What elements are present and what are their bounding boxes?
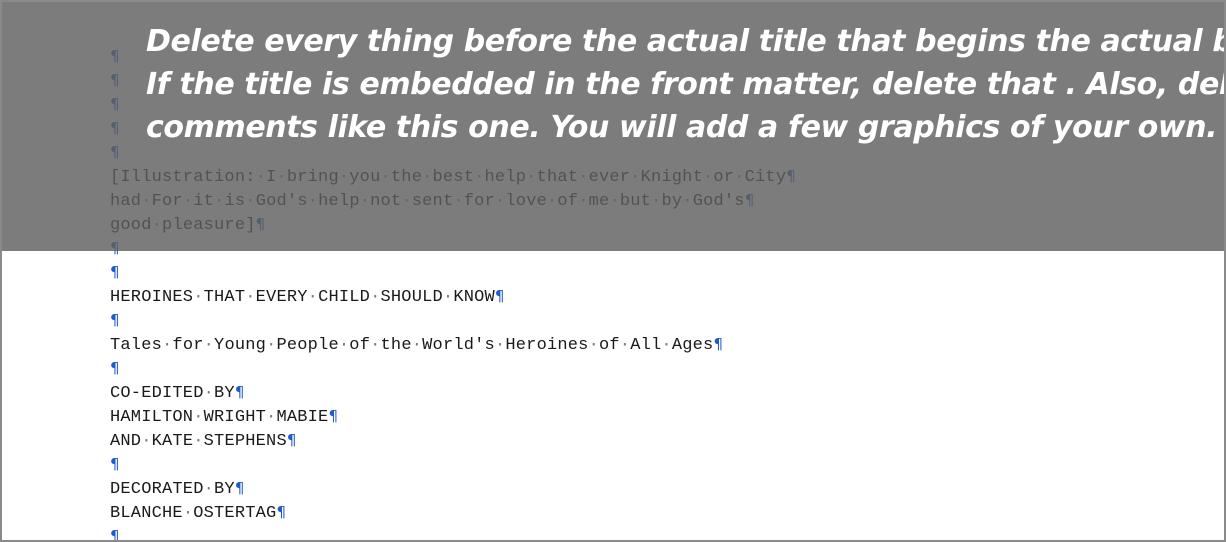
word: BLANCHE [110, 504, 183, 523]
pilcrow-icon: ¶ [110, 311, 120, 329]
word: AND [110, 432, 142, 451]
empty-paragraph: ¶ [110, 308, 120, 332]
instruction-text: Delete every thing before the actual tit… [146, 20, 1226, 149]
word: STEPHENS [203, 432, 287, 451]
word: Young [214, 336, 267, 355]
empty-paragraph: ¶ [110, 452, 120, 476]
pilcrow-icon: ¶ [110, 527, 120, 542]
space-marker: · [203, 480, 215, 499]
space-marker: · [203, 336, 215, 355]
word: MABIE [276, 408, 329, 427]
space-marker: · [266, 336, 277, 355]
word: All [630, 336, 662, 355]
empty-paragraph: ¶ [110, 524, 120, 542]
pilcrow-icon: ¶ [276, 503, 287, 521]
pilcrow-icon: ¶ [328, 407, 339, 425]
space-marker: · [245, 288, 256, 307]
space-marker: · [661, 336, 672, 355]
space-marker: · [411, 336, 423, 355]
instruction-line: If the title is embedded in the front ma… [146, 67, 1226, 102]
pilcrow-icon: ¶ [494, 287, 505, 305]
space-marker: · [370, 336, 381, 355]
space-marker: · [193, 432, 204, 451]
instruction-overlay: Delete every thing before the actual tit… [2, 2, 1226, 251]
space-marker: · [370, 288, 381, 307]
word: DECORATED [110, 480, 204, 499]
space-marker: · [141, 432, 152, 451]
word: KNOW [453, 288, 495, 307]
word: SHOULD [380, 288, 443, 307]
word: HAMILTON [110, 408, 194, 427]
pilcrow-icon: ¶ [110, 263, 120, 281]
word: People [276, 336, 339, 355]
space-marker: · [494, 336, 506, 355]
word: BY [214, 384, 235, 403]
pilcrow-icon: ¶ [713, 335, 724, 353]
space-marker: · [338, 336, 350, 355]
space-marker: · [266, 408, 277, 427]
space-marker: · [193, 288, 204, 307]
space-marker: · [162, 336, 173, 355]
document-line: HEROINES·THAT·EVERY·CHILD·SHOULD·KNOW¶ [110, 284, 505, 308]
space-marker: · [203, 384, 215, 403]
word: HEROINES [110, 288, 194, 307]
instruction-line: comments like this one. You will add a f… [146, 110, 1218, 145]
space-marker: · [193, 408, 204, 427]
word: WRIGHT [203, 408, 267, 427]
word: Heroines [505, 336, 589, 355]
word: Ages [671, 336, 714, 355]
document-line: AND·KATE·STEPHENS¶ [110, 428, 297, 452]
instruction-line: Delete every thing before the actual tit… [146, 24, 1226, 59]
document-line: BLANCHE·OSTERTAG¶ [110, 500, 286, 524]
document-line: HAMILTON·WRIGHT·MABIE¶ [110, 404, 338, 428]
space-marker: · [442, 288, 454, 307]
word: BY [214, 480, 235, 499]
document-window: ¶¶¶¶¶[Illustration:·I·bring·you·the·best… [0, 0, 1226, 542]
word: CO-EDITED [110, 384, 204, 403]
word: World's [422, 336, 495, 355]
word: of [598, 336, 620, 355]
document-line: DECORATED·BY¶ [110, 476, 245, 500]
word: OSTERTAG [193, 504, 277, 523]
space-marker: · [588, 336, 599, 355]
space-marker: · [619, 336, 631, 355]
pilcrow-icon: ¶ [110, 359, 120, 377]
word: CHILD [318, 288, 371, 307]
word: the [380, 336, 412, 355]
pilcrow-icon: ¶ [234, 479, 245, 497]
word: EVERY [255, 288, 308, 307]
word: THAT [203, 288, 246, 307]
pilcrow-icon: ¶ [286, 431, 297, 449]
word: of [349, 336, 371, 355]
space-marker: · [307, 288, 319, 307]
word: Tales [110, 336, 163, 355]
space-marker: · [182, 504, 194, 523]
document-line: CO-EDITED·BY¶ [110, 380, 245, 404]
word: for [172, 336, 204, 355]
empty-paragraph: ¶ [110, 356, 120, 380]
empty-paragraph: ¶ [110, 260, 120, 284]
pilcrow-icon: ¶ [234, 383, 245, 401]
document-line: Tales·for·Young·People·of·the·World's·He… [110, 332, 723, 356]
word: KATE [151, 432, 194, 451]
pilcrow-icon: ¶ [110, 455, 120, 473]
